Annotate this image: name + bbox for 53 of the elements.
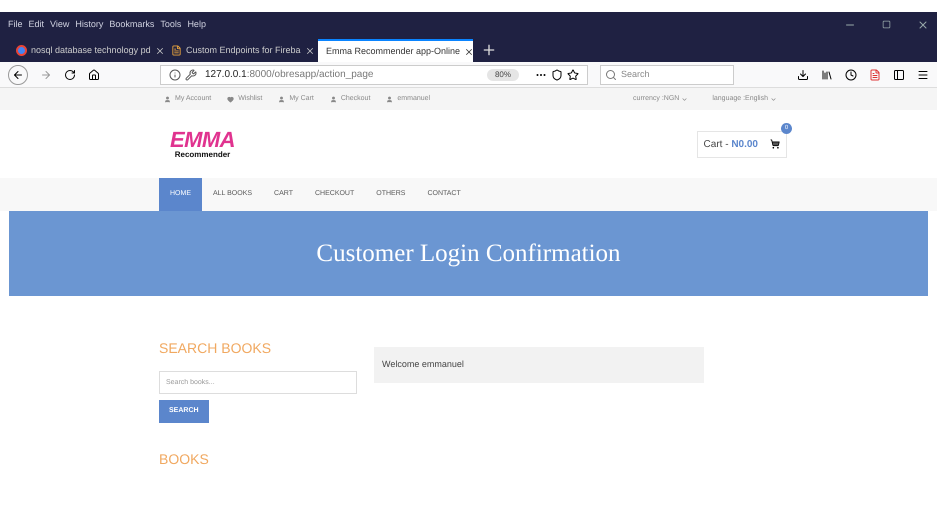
back-button[interactable] [8,64,28,84]
clock-icon[interactable] [845,68,857,80]
document-icon[interactable] [171,45,182,56]
zoom-level[interactable]: 80% [486,68,519,80]
pdf-icon[interactable] [869,68,881,80]
download-icon[interactable] [797,68,809,80]
home-icon[interactable] [88,68,100,80]
user-icon [164,96,171,102]
section-heading: BOOKS [159,450,209,469]
back-arrow-icon [12,68,24,80]
cart-icon [770,139,780,149]
caret-icon [681,96,688,102]
menu-item[interactable]: View [50,18,70,32]
url-text: 127.0.0.1:8000/obresapp/action_page [205,68,374,82]
menu-item[interactable]: History [75,18,104,32]
menu-item[interactable]: Edit [28,18,44,32]
info-icon[interactable] [169,68,181,80]
close-tab-icon[interactable] [304,46,315,56]
forward-icon[interactable] [40,68,52,80]
url-field[interactable]: 127.0.0.1:8000/obresapp/action_page 80% [160,64,588,84]
new-tab-icon[interactable] [481,42,497,58]
user-icon [330,96,337,102]
menu-item[interactable]: File [8,18,23,32]
bookmark-star-icon[interactable] [567,68,579,80]
tab-title: Emma Recommender app-Online [326,44,460,58]
close-tab-icon[interactable] [154,46,165,56]
search-icon [605,68,617,80]
wrench-icon[interactable] [185,68,197,80]
close-tab-icon[interactable] [464,46,474,56]
caret-icon [770,96,777,102]
tab-title: nosql database technology pd [31,44,151,57]
logo[interactable]: EMMA Recommender [170,129,236,159]
reload-icon[interactable] [64,68,76,80]
browser-tab[interactable]: Emma Recommender app-Online [318,39,473,62]
user-icon [278,96,286,102]
menu-item[interactable]: Bookmarks [109,18,154,32]
menu-item[interactable]: Tools [160,18,182,32]
section-heading: SEARCH BOOKS [159,339,272,358]
banner-title: Customer Login Confirmation [316,238,621,269]
close-icon[interactable] [917,18,929,30]
menu-item[interactable]: Help [187,18,206,32]
browser-tab[interactable]: nosql database technology pd [8,39,163,62]
heart-icon [227,96,234,102]
menu-icon[interactable] [917,68,929,80]
browser-tab[interactable]: Custom Endpoints for Fireba [163,39,318,62]
search-field[interactable]: Search [600,64,734,84]
welcome-message: Welcome emmanuel [382,358,464,372]
cart-button[interactable]: Cart - N0.00 [696,130,787,158]
tab-title: Custom Endpoints for Fireba [186,44,301,57]
library-icon[interactable] [821,68,833,80]
maximize-icon[interactable] [882,20,891,29]
user-icon [386,96,394,102]
sidebar-icon[interactable] [893,68,905,80]
